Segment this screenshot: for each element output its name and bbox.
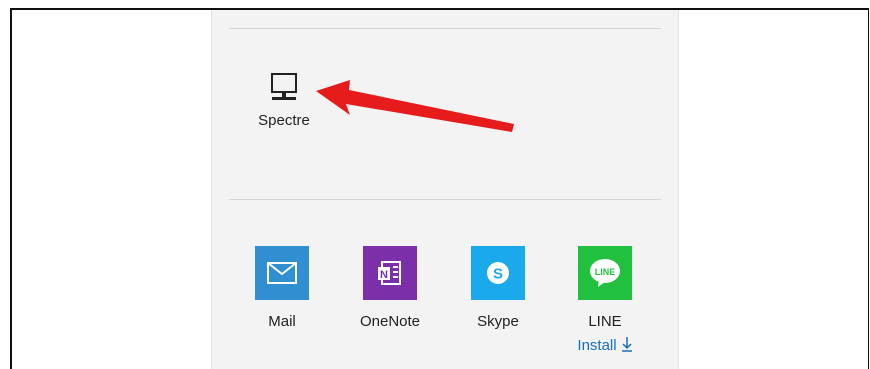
skype-icon: S bbox=[471, 246, 525, 300]
device-name: Spectre bbox=[258, 112, 310, 129]
app-skype[interactable]: S Skype bbox=[448, 246, 548, 330]
app-name-mail: Mail bbox=[268, 313, 296, 330]
top-divider bbox=[229, 28, 661, 29]
install-label: Install bbox=[577, 337, 617, 354]
app-onenote[interactable]: N OneNote bbox=[340, 246, 440, 330]
device-spectre[interactable]: Spectre bbox=[246, 70, 322, 129]
section-divider bbox=[229, 199, 661, 200]
svg-text:S: S bbox=[493, 266, 503, 283]
line-icon: LINE bbox=[578, 246, 632, 300]
mail-icon bbox=[255, 246, 309, 300]
install-link[interactable]: Install bbox=[577, 336, 632, 354]
app-mail[interactable]: Mail bbox=[232, 246, 332, 330]
svg-text:N: N bbox=[380, 269, 388, 281]
download-arrow-icon bbox=[621, 337, 632, 352]
desktop-computer-icon bbox=[271, 73, 297, 100]
app-name-onenote: OneNote bbox=[359, 313, 421, 330]
onenote-icon: N bbox=[363, 246, 417, 300]
app-line[interactable]: LINE LINE Install bbox=[555, 246, 655, 355]
svg-text:LINE: LINE bbox=[595, 267, 616, 277]
app-name-skype: Skype bbox=[477, 313, 519, 330]
app-name-line: LINE bbox=[588, 313, 622, 330]
